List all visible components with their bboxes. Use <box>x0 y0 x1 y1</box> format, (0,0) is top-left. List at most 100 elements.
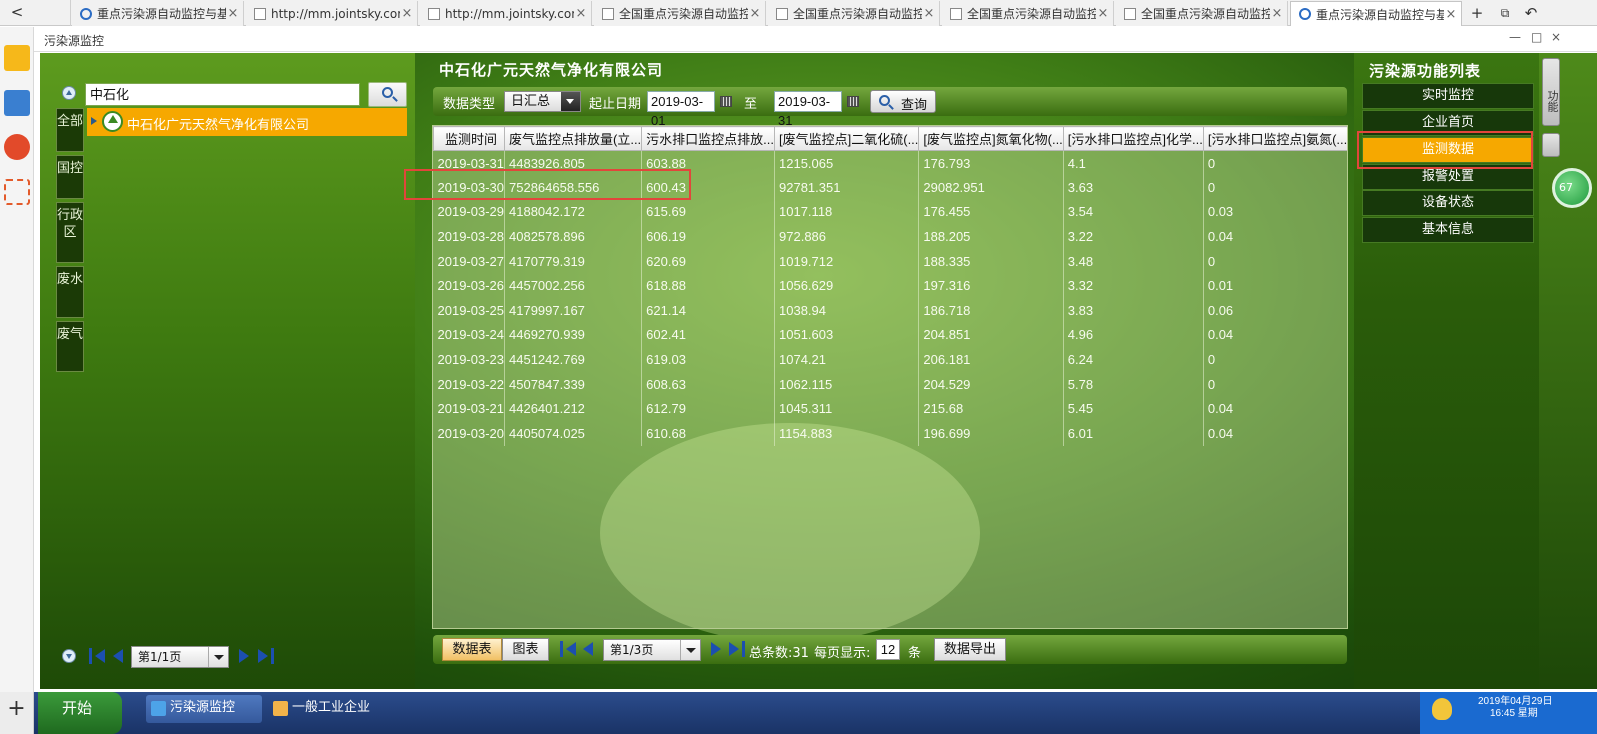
table-row[interactable]: 2019-03-20 4405074.025 610.68 1154.883 196.6… <box>433 421 1347 446</box>
tree-item-label: 中石化广元天然气净化有限公司 <box>127 118 310 133</box>
user-icon[interactable] <box>1432 698 1452 720</box>
mail-icon[interactable] <box>4 179 30 205</box>
table-cell: 2019-03-25 <box>433 298 505 323</box>
browser-tab[interactable]: 全国重点污染源自动监控 × <box>942 1 1114 26</box>
browser-tab[interactable]: http://mm.jointsky.com × <box>246 1 418 26</box>
table-row[interactable]: 2019-03-24 4469270.939 602.41 1051.603 204.8… <box>433 322 1347 348</box>
prev-page-icon[interactable] <box>111 648 127 664</box>
table-row[interactable]: 2019-03-29 4188042.172 615.69 1017.118 176.4… <box>433 199 1347 225</box>
back-button[interactable]: < <box>0 0 34 26</box>
maximize-button[interactable]: □ <box>1531 30 1542 44</box>
per-page-input[interactable]: 12 <box>876 639 900 660</box>
query-button[interactable]: 查询 <box>870 90 936 113</box>
favorites-icon[interactable] <box>4 45 30 71</box>
view-table-button[interactable]: 数据表 <box>442 638 502 661</box>
close-tab-icon[interactable]: × <box>748 6 762 21</box>
table-row[interactable]: 2019-03-22 4507847.339 608.63 1062.115 204.5… <box>433 371 1347 397</box>
search-button[interactable] <box>368 82 407 107</box>
table-row[interactable]: 2019-03-26 4457002.256 618.88 1056.629 197.3… <box>433 273 1347 299</box>
column-header[interactable]: [污水排口监控点]氨氮(... <box>1202 126 1347 151</box>
data-type-select[interactable]: 日汇总 <box>504 91 581 112</box>
last-page-icon[interactable] <box>258 648 274 664</box>
tab-wastegas[interactable]: 废气 <box>56 321 84 372</box>
start-date-input[interactable]: 2019-03-01 <box>647 91 715 128</box>
table-cell: 4170779.319 <box>504 248 643 274</box>
table-cell: 0.04 <box>1203 322 1347 348</box>
function-item-realtime[interactable]: 实时监控 <box>1362 83 1534 109</box>
table-row[interactable]: 2019-03-21 4426401.212 612.79 1045.311 215.6… <box>433 396 1347 422</box>
tab-wastewater[interactable]: 废水 <box>56 266 84 318</box>
table-row[interactable]: 2019-03-23 4451242.769 619.03 1074.21 206.18… <box>433 347 1347 372</box>
calendar-icon[interactable] <box>847 96 859 107</box>
column-header[interactable]: [废气监控点]二氧化硫(... <box>774 126 920 151</box>
table-cell: 608.63 <box>641 371 776 397</box>
close-tab-icon[interactable]: × <box>1270 6 1284 21</box>
table-row[interactable]: 2019-03-25 4179997.167 621.14 1038.94 186.71… <box>433 298 1347 323</box>
tree-item-company[interactable]: 中石化广元天然气净化有限公司 <box>87 108 407 136</box>
close-tab-icon[interactable]: × <box>922 6 936 21</box>
minimize-button[interactable]: — <box>1509 30 1521 44</box>
restore-tabs-icon[interactable]: ⧉ <box>1492 0 1518 26</box>
column-header[interactable]: [废气监控点]氮氧化物(... <box>918 126 1064 151</box>
add-icon[interactable]: + <box>0 692 34 734</box>
next-page-icon[interactable] <box>708 641 724 657</box>
new-tab-button[interactable]: + <box>1464 0 1490 26</box>
table-footer-bar: 数据表 图表 第1/3页 总条数:31 每页显示: 12 条 数据导出 <box>433 635 1347 664</box>
tab-all[interactable]: 全部 <box>56 108 84 152</box>
export-data-button[interactable]: 数据导出 <box>934 638 1006 661</box>
view-chart-button[interactable]: 图表 <box>502 638 549 661</box>
collapse-up-icon[interactable] <box>62 86 76 100</box>
first-page-icon[interactable] <box>560 641 576 657</box>
collapse-down-icon[interactable] <box>62 649 76 663</box>
expand-arrow-icon[interactable] <box>91 117 97 125</box>
browser-tab-active[interactable]: 重点污染源自动监控与基 × <box>1290 1 1462 26</box>
start-button[interactable]: 开始 <box>38 692 122 734</box>
last-page-icon[interactable] <box>729 641 745 657</box>
table-row[interactable]: 2019-03-28 4082578.896 606.19 972.886 188.20… <box>433 224 1347 249</box>
close-tab-icon[interactable]: × <box>1444 7 1458 22</box>
end-date-input[interactable]: 2019-03-31 <box>774 91 842 128</box>
function-toggle-button[interactable]: 功能 <box>1542 58 1560 126</box>
prev-page-icon[interactable] <box>581 641 597 657</box>
browser-tab[interactable]: http://mm.jointsky.com × <box>420 1 592 26</box>
browser-tab-bar: < 重点污染源自动监控与基 × http://mm.jointsky.com ×… <box>0 0 1597 26</box>
close-tab-icon[interactable]: × <box>1096 6 1110 21</box>
next-page-icon[interactable] <box>236 648 252 664</box>
page-icon <box>254 7 266 20</box>
window-icon[interactable] <box>1542 133 1560 157</box>
function-item-device-status[interactable]: 设备状态 <box>1362 190 1534 216</box>
browser-tab[interactable]: 全国重点污染源自动监控 × <box>594 1 766 26</box>
search-input[interactable]: 中石化 <box>85 83 360 106</box>
close-tab-icon[interactable]: × <box>400 6 414 21</box>
reader-icon[interactable] <box>4 90 30 116</box>
function-item-basic-info[interactable]: 基本信息 <box>1362 217 1534 243</box>
app-main: 中石化 全部 国控 行政区 废水 废气 中石化广元天然气净化有限公司 第1/1页… <box>40 53 1597 689</box>
taskbar-item-industrial[interactable]: 一般工业企业 <box>268 695 388 723</box>
table-page-select[interactable]: 第1/3页 <box>603 639 701 661</box>
table-row[interactable]: 2019-03-27 4170779.319 620.69 1019.712 188.3… <box>433 248 1347 274</box>
table-cell: 2019-03-23 <box>433 347 505 372</box>
browser-tab[interactable]: 重点污染源自动监控与基 × <box>72 1 244 26</box>
annotation-selection-box <box>1357 131 1533 169</box>
browser-tab[interactable]: 全国重点污染源自动监控 × <box>1116 1 1288 26</box>
close-tab-icon[interactable]: × <box>574 6 588 21</box>
column-header[interactable]: 监测时间 <box>433 126 505 151</box>
undo-icon[interactable]: ↶ <box>1518 0 1544 26</box>
browser-tab[interactable]: 全国重点污染源自动监控 × <box>768 1 940 26</box>
weibo-icon[interactable] <box>4 134 30 160</box>
status-badge[interactable]: 67 <box>1552 168 1592 208</box>
first-page-icon[interactable] <box>89 648 105 664</box>
close-window-button[interactable]: × <box>1551 30 1561 44</box>
column-header[interactable]: 废气监控点排放量(立... <box>503 126 643 151</box>
column-header[interactable]: 污水排口监控点排放... <box>641 126 776 151</box>
tree-page-select[interactable]: 第1/1页 <box>131 646 229 668</box>
close-tab-icon[interactable]: × <box>226 6 240 21</box>
table-cell: 1017.118 <box>774 199 920 225</box>
taskbar-item-pollution-monitor[interactable]: 污染源监控 <box>146 695 262 723</box>
phone-icon[interactable] <box>38 0 71 26</box>
calendar-icon[interactable] <box>720 96 732 107</box>
per-page-label: 每页显示: <box>814 646 871 661</box>
tab-national[interactable]: 国控 <box>56 155 84 199</box>
column-header[interactable]: [污水排口监控点]化学... <box>1062 126 1204 151</box>
tab-district[interactable]: 行政区 <box>56 202 84 263</box>
